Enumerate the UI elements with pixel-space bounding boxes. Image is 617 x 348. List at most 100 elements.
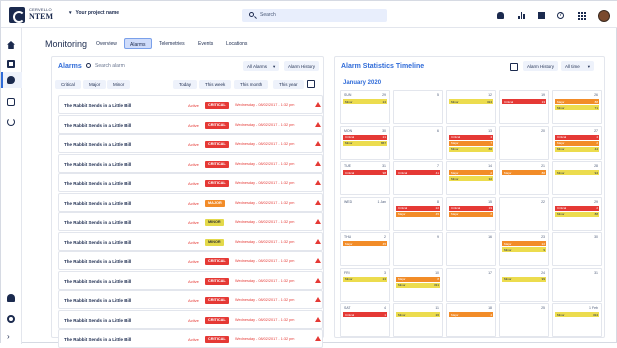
calendar-cell[interactable]: 13 Critical 4 Major 7 Minor 86	[446, 125, 496, 160]
tab-locations[interactable]: Locations	[221, 38, 252, 49]
calendar-cell[interactable]: 19 Critical 13	[499, 90, 549, 124]
calendar-cell[interactable]: 20	[499, 125, 549, 160]
devices-icon[interactable]	[7, 98, 16, 107]
tab-telemetries[interactable]: Telemetries	[154, 38, 190, 49]
calendar-cell[interactable]: FRI 3 Minor 24	[340, 267, 390, 302]
alarm-row[interactable]: The Rabbit Sends in a Little Bill Active C…	[58, 270, 323, 290]
calendar-cell[interactable]: 9	[393, 232, 443, 266]
date-number: 11	[435, 306, 439, 310]
calendar-cell[interactable]: 29 Critical 2 Minor 88	[552, 196, 602, 231]
global-search-input[interactable]: Search	[242, 9, 387, 22]
calendar-cell[interactable]: SUN 29 Minor 24	[340, 90, 390, 124]
tab-alarms[interactable]: Alarms	[124, 38, 152, 49]
flag-icon[interactable]	[538, 12, 545, 19]
calendar-cell[interactable]: 10 Major 8 Minor 331	[393, 267, 443, 302]
bar-chart-icon[interactable]	[518, 12, 525, 19]
users-icon[interactable]	[7, 294, 16, 303]
settings-icon[interactable]	[7, 315, 16, 324]
calendar-cell[interactable]: 8 Critical 22 Major 45	[393, 196, 443, 231]
bell-icon[interactable]	[497, 12, 504, 19]
calendar-icon[interactable]	[510, 63, 518, 71]
severity-label: Critical	[345, 170, 355, 175]
timeline-history-button[interactable]: Alarm History	[523, 61, 559, 71]
alarm-row[interactable]: The Rabbit Sends in a Little Bill Active C…	[58, 251, 323, 270]
calendar-cell[interactable]: 11 Minor 26	[393, 303, 443, 337]
filter-minor[interactable]: Minor	[107, 80, 131, 89]
filter-this-week[interactable]: This week	[199, 80, 232, 89]
severity-count-bar: Critical 21	[343, 134, 387, 140]
sync-icon[interactable]	[7, 118, 16, 127]
alarm-row[interactable]: The Rabbit Sends in a Little Bill Active M…	[58, 231, 323, 251]
weekday-label: FRI	[344, 270, 350, 275]
calendar-cell[interactable]: 15 Critical 19 Major 2	[446, 196, 496, 231]
calendar-cell[interactable]: 21 Major 86	[499, 161, 549, 195]
severity-count: 22	[435, 206, 439, 210]
severity-label: Minor	[345, 141, 353, 145]
severity-count: 22	[541, 241, 545, 246]
severity-count: 1	[384, 312, 386, 317]
alarm-row[interactable]: The Rabbit Sends in a Little Bill Active C…	[58, 290, 323, 309]
calendar-cell[interactable]: SAT 4 Critical 1	[340, 303, 390, 337]
filter-this-month[interactable]: This month	[234, 80, 269, 89]
alarm-search-input[interactable]: Search alarm	[86, 63, 125, 69]
severity-count: 2	[596, 141, 598, 145]
calendar-cell[interactable]: 22	[499, 196, 549, 231]
all-alarms-dropdown[interactable]: All Alarms ▾	[243, 61, 280, 71]
chevron-right-icon[interactable]: ›	[7, 333, 16, 342]
calendar-cell[interactable]: 24 Minor 99	[499, 267, 549, 302]
calendar-cell[interactable]: 26 Major 88 Minor 71	[552, 90, 602, 124]
severity-count-bar: Minor 24	[343, 99, 387, 104]
sidebar-item-monitoring[interactable]	[1, 72, 22, 88]
calendar-cell[interactable]: 23 Major 22 Minor 9	[499, 232, 549, 266]
alarm-status: Active	[188, 298, 199, 303]
calendar-cell[interactable]: 28 Minor 94	[552, 161, 602, 195]
calendar-cell[interactable]: 31	[552, 267, 602, 302]
calendar-cell[interactable]: 30	[552, 232, 602, 266]
alarm-row[interactable]: The Rabbit Sends in a Little Bill Active C…	[58, 173, 323, 192]
project-selector[interactable]: ▾ Your project name	[69, 10, 119, 16]
calendar-cell[interactable]: 16	[446, 232, 496, 266]
time-range-dropdown[interactable]: All time ▾	[561, 61, 595, 71]
calendar-cell[interactable]: 6	[393, 125, 443, 160]
severity-label: Major	[451, 212, 459, 216]
calendar-cell[interactable]: MON 30 Critical 21 Minor 867	[340, 125, 390, 160]
calendar-cell[interactable]: 25	[499, 303, 549, 337]
tab-overview[interactable]: Overview	[91, 38, 122, 49]
help-icon[interactable]: ?	[557, 12, 564, 19]
calendar-cell[interactable]: 18 Major 4	[446, 303, 496, 337]
severity-label: Major	[451, 141, 459, 145]
home-icon[interactable]	[7, 41, 16, 50]
calendar-cell[interactable]: 1 Feb Minor 324	[552, 303, 602, 337]
tab-events[interactable]: Events	[193, 38, 218, 49]
alarm-row[interactable]: The Rabbit Sends in a Little Bill Active M…	[58, 192, 323, 212]
calendar-cell[interactable]: 7 Critical 41	[393, 161, 443, 195]
dashboard-icon[interactable]	[7, 60, 16, 69]
alarm-row[interactable]: The Rabbit Sends in a Little Bill Active C…	[58, 153, 323, 173]
warning-icon	[315, 238, 321, 244]
calendar-cell[interactable]: TUE 31 Critical 98	[340, 161, 390, 195]
brand-logo-icon[interactable]	[9, 7, 25, 23]
alarm-row[interactable]: The Rabbit Sends in a Little Bill Active C…	[58, 309, 323, 329]
filter-major[interactable]: Major	[83, 80, 107, 89]
apps-grid-icon[interactable]	[578, 12, 586, 20]
alarm-history-button[interactable]: Alarm History	[284, 61, 320, 71]
calendar-cell[interactable]: 5	[393, 90, 443, 124]
calendar-cell[interactable]: 17	[446, 267, 496, 302]
alarm-date: Wednesday - 08/02/2017 - 1:32 pm	[235, 220, 295, 224]
calendar-cell[interactable]: 27 Critical 4 Major 2 Minor 44	[552, 125, 602, 160]
filter-today[interactable]: Today	[173, 80, 198, 89]
calendar-icon[interactable]	[307, 80, 315, 88]
calendar-cell[interactable]: 14 Major 2 Minor 32	[446, 161, 496, 195]
filter-this-year[interactable]: This year	[273, 80, 304, 89]
filter-critical[interactable]: Critical	[55, 80, 81, 89]
alarm-row[interactable]: The Rabbit Sends in a Little Bill Active C…	[58, 95, 323, 114]
alarm-date: Wednesday - 08/02/2017 - 1:32 pm	[235, 317, 295, 322]
alarm-row[interactable]: The Rabbit Sends in a Little Bill Active C…	[58, 114, 323, 134]
user-avatar[interactable]	[598, 10, 610, 22]
alarm-row[interactable]: The Rabbit Sends in a Little Bill Active C…	[58, 134, 323, 153]
alarm-row[interactable]: The Rabbit Sends in a Little Bill Active C…	[58, 329, 323, 348]
calendar-cell[interactable]: WED 1 Jan	[340, 196, 390, 231]
calendar-cell[interactable]: THU 2 Major 45	[340, 232, 390, 266]
calendar-cell[interactable]: 12 Minor 324	[446, 90, 496, 124]
alarm-row[interactable]: The Rabbit Sends in a Little Bill Active M…	[58, 212, 323, 231]
